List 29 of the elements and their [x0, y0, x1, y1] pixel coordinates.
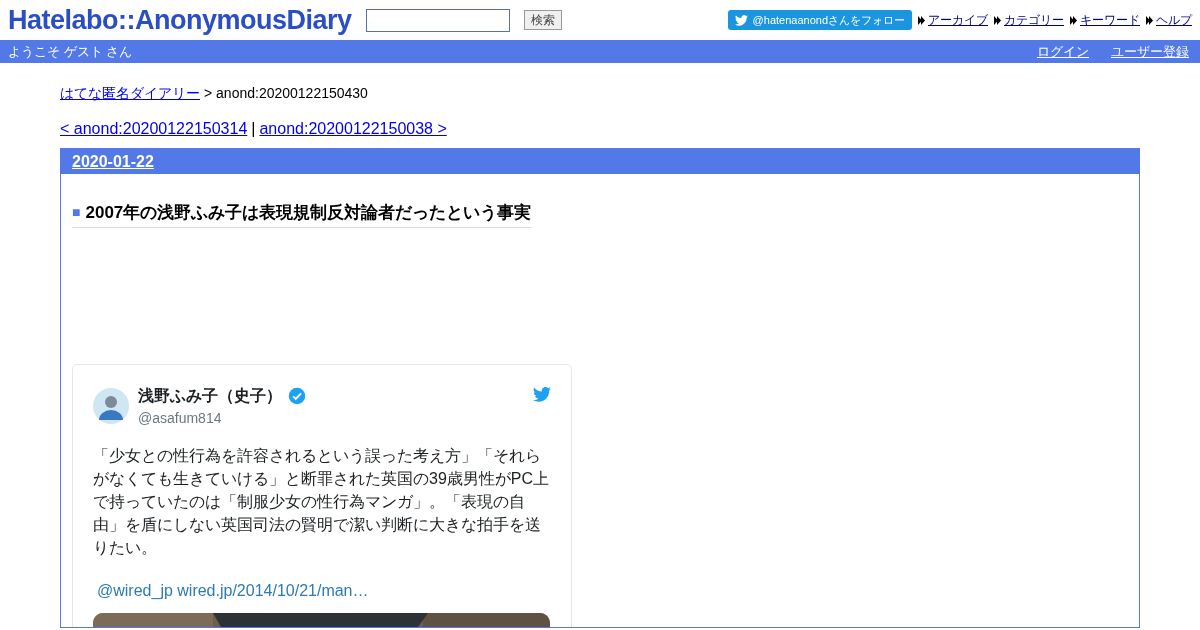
search-field[interactable] [365, 8, 510, 32]
tweet-text: 「少女との性行為を許容されるという誤った考え方」「それらがなくても生きていける」と断罪された英国の39歳男性がPC上で持っていたのは「制服少女の性行為マンガ」。「表現の自由」を盾にしない英国司法の賢明で潔い判断に大きな拍手を送りたい。 [93, 445, 551, 558]
avatar [93, 388, 129, 424]
bird-icon [734, 14, 748, 26]
bullet-icon [918, 15, 925, 25]
breadcrumb-link[interactable]: はてな匿名ダイアリー [60, 82, 200, 104]
bullet-icon [994, 15, 1001, 25]
next-link[interactable]: anond:20200122150038 > [259, 117, 447, 141]
pager-separator: | [251, 119, 256, 139]
tweet-handle[interactable]: @asafum814 [138, 407, 306, 429]
welcome-text: ようこそ ゲスト さん [8, 42, 133, 61]
site-logo[interactable]: Hatelabo::AnonymousDiary [8, 0, 352, 41]
nav-link[interactable]: アーカイブ [928, 11, 988, 29]
nav-link[interactable]: ヘルプ [1156, 11, 1192, 29]
entry-title: 2007年の浅野ふみ子は表現規制反対論者だったという事実 [85, 202, 532, 224]
tweet-link[interactable]: @wired_jp wired.jp/2014/10/21/man… [97, 578, 369, 603]
nav-link[interactable]: キーワード [1080, 11, 1140, 29]
user-link[interactable]: ログイン [1037, 41, 1089, 62]
prev-link[interactable]: < anond:20200122150314 [60, 117, 248, 141]
nav-link[interactable]: カテゴリー [1004, 11, 1064, 29]
bullet-icon [1146, 15, 1153, 25]
entry-marker[interactable]: ■ [72, 202, 81, 224]
bullet-icon [1070, 15, 1077, 25]
search-button[interactable]: 検索 [523, 10, 562, 30]
date-link[interactable]: 2020-01-22 [72, 149, 154, 174]
user-link[interactable]: ユーザー登録 [1111, 41, 1189, 62]
breadcrumb-current: > anond:20200122150430 [204, 83, 368, 103]
tweet-author[interactable]: 浅野ふみ子（史子） [138, 383, 282, 408]
bird-icon [533, 386, 551, 402]
